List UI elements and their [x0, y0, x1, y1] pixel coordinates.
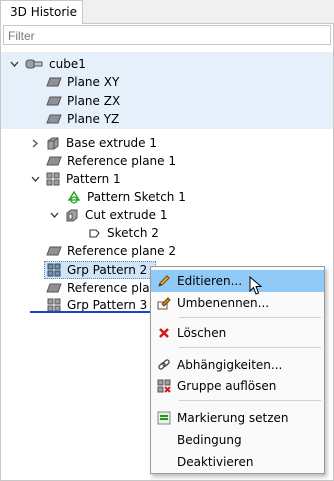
- part-icon: [24, 57, 44, 71]
- tree-item-plane-xy[interactable]: Plane XY: [46, 73, 119, 91]
- tree-item-pattern-sketch-1[interactable]: Pattern Sketch 1: [66, 188, 186, 206]
- tree-item-label: Reference plane 2: [67, 244, 176, 258]
- tree-item-label: Plane XY: [67, 75, 120, 89]
- cut-extrude-icon: [64, 208, 80, 222]
- filter-input[interactable]: [3, 25, 331, 45]
- pattern-icon: [45, 172, 61, 186]
- context-menu: Editieren... Umbenennen... Löschen Abhän…: [150, 266, 325, 474]
- chevron-down-icon[interactable]: [8, 58, 20, 70]
- tree-item-plane-zx[interactable]: Plane ZX: [46, 92, 120, 110]
- menu-item-label: Markierung setzen: [177, 411, 289, 425]
- menu-item-edit[interactable]: Editieren...: [151, 270, 324, 292]
- tree-root-label: cube1: [49, 57, 86, 71]
- marker-icon: [151, 411, 177, 425]
- tree-item-plane-yz[interactable]: Plane YZ: [46, 110, 119, 128]
- menu-item-set-marker[interactable]: Markierung setzen: [151, 407, 324, 429]
- tree-item-label: Plane YZ: [67, 112, 120, 126]
- tree-item-reference-plane-3[interactable]: Reference plane: [46, 279, 165, 297]
- menu-separator: [179, 317, 321, 318]
- menu-item-delete[interactable]: Löschen: [151, 322, 324, 344]
- chevron-down-icon[interactable]: [29, 173, 41, 185]
- pattern-icon: [46, 298, 62, 312]
- sketch-icon: [66, 190, 82, 204]
- pencil-icon: [151, 274, 177, 288]
- rename-icon: [151, 296, 177, 310]
- plane-icon: [46, 281, 62, 295]
- tree-item-reference-plane-2[interactable]: Reference plane 2: [46, 242, 176, 260]
- link-icon: [151, 358, 177, 372]
- sketch-icon: [86, 226, 102, 240]
- tree-item-grp-pattern-2[interactable]: Grp Pattern 2: [46, 261, 147, 279]
- menu-separator: [179, 347, 321, 348]
- menu-separator: [179, 400, 321, 401]
- menu-item-label: Abhängigkeiten...: [177, 358, 283, 372]
- tree-item-label: Grp Pattern 2: [67, 263, 148, 277]
- menu-item-label: Gruppe auflösen: [177, 379, 277, 393]
- menu-item-deactivate[interactable]: Deaktivieren: [151, 451, 324, 473]
- menu-item-dependencies[interactable]: Abhängigkeiten...: [151, 354, 324, 376]
- tree-item-label: Base extrude 1: [66, 136, 158, 150]
- menu-item-label: Bedingung: [177, 433, 242, 447]
- tree-item-reference-plane-1[interactable]: Reference plane 1: [46, 152, 176, 170]
- tree-item-label: Grp Pattern 3: [67, 298, 148, 312]
- delete-icon: [151, 327, 177, 339]
- plane-icon: [46, 75, 62, 89]
- pattern-icon: [46, 263, 62, 277]
- menu-item-condition[interactable]: Bedingung: [151, 429, 324, 451]
- tree-item-cut-extrude-1[interactable]: Cut extrude 1: [48, 206, 167, 224]
- ungroup-icon: [151, 379, 177, 393]
- tree-item-pattern-1[interactable]: Pattern 1: [29, 170, 121, 188]
- chevron-right-icon[interactable]: [29, 137, 41, 149]
- tree-item-label: Cut extrude 1: [85, 208, 168, 222]
- menu-item-label: Löschen: [177, 326, 227, 340]
- menu-item-rename[interactable]: Umbenennen...: [151, 292, 324, 314]
- extrude-icon: [45, 136, 61, 150]
- tree-item-sketch-2[interactable]: Sketch 2: [86, 224, 159, 242]
- tree-item-label: Pattern 1: [66, 172, 121, 186]
- tree-item-label: Plane ZX: [67, 94, 121, 108]
- chevron-down-icon[interactable]: [48, 209, 60, 221]
- menu-item-label: Deaktivieren: [177, 455, 254, 469]
- tree-item-label: Reference plane 1: [67, 154, 176, 168]
- tab-3d-historie[interactable]: 3D Historie: [0, 0, 83, 24]
- menu-item-label: Editieren...: [177, 274, 243, 288]
- plane-icon: [46, 112, 62, 126]
- tree-root-row[interactable]: cube1: [8, 55, 86, 73]
- tree-item-base-extrude[interactable]: Base extrude 1: [29, 134, 157, 152]
- plane-icon: [46, 244, 62, 258]
- tree-item-label: Sketch 2: [107, 226, 159, 240]
- plane-icon: [46, 154, 62, 168]
- menu-item-ungroup[interactable]: Gruppe auflösen: [151, 375, 324, 397]
- mouse-cursor-icon: [249, 275, 263, 299]
- plane-icon: [46, 94, 62, 108]
- tree-item-label: Pattern Sketch 1: [87, 190, 186, 204]
